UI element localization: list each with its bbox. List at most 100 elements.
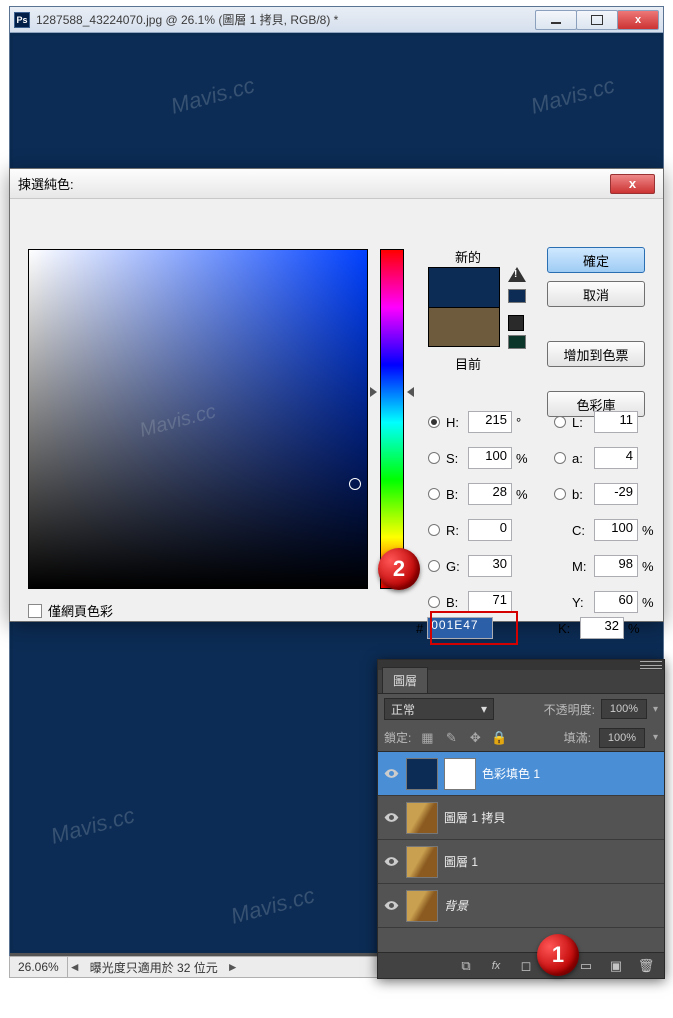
fill-input[interactable]: 100% bbox=[599, 728, 645, 748]
radio-b-lab[interactable] bbox=[554, 488, 566, 500]
chevron-down-icon[interactable]: ▾ bbox=[653, 704, 658, 715]
layer-group-icon[interactable]: ▭ bbox=[578, 958, 594, 974]
layer-row[interactable]: 色彩填色 1 bbox=[378, 752, 664, 796]
input-k[interactable]: 32 bbox=[580, 617, 624, 639]
layer-name[interactable]: 圖層 1 bbox=[444, 853, 478, 870]
layer-fx-icon[interactable]: fx bbox=[488, 958, 504, 974]
blend-mode-select[interactable]: 正常 ▾ bbox=[384, 698, 494, 720]
ok-button[interactable]: 確定 bbox=[547, 247, 645, 273]
annotation-marker-2: 2 bbox=[378, 548, 420, 590]
layer-row[interactable]: 圖層 1 bbox=[378, 840, 664, 884]
input-r[interactable]: 0 bbox=[468, 519, 512, 541]
layer-thumbnail[interactable] bbox=[406, 802, 438, 834]
color-values-grid: H: 215 ° L: 11 S: 100 % a: 4 B: 28 % bbox=[428, 404, 656, 620]
layer-name[interactable]: 背景 bbox=[444, 897, 468, 914]
input-c[interactable]: 100 bbox=[594, 519, 638, 541]
dialog-close-button[interactable]: x bbox=[610, 174, 655, 194]
visibility-icon[interactable] bbox=[382, 765, 400, 783]
input-s[interactable]: 100 bbox=[468, 447, 512, 469]
zoom-level[interactable]: 26.06% bbox=[10, 957, 68, 977]
layer-row[interactable]: 圖層 1 拷貝 bbox=[378, 796, 664, 840]
layer-mask-thumbnail[interactable] bbox=[444, 758, 476, 790]
minimize-button[interactable] bbox=[535, 10, 577, 30]
hue-slider[interactable] bbox=[380, 249, 404, 589]
input-l[interactable]: 11 bbox=[594, 411, 638, 433]
input-b-rgb[interactable]: 71 bbox=[468, 591, 512, 613]
fill-label: 填滿: bbox=[564, 729, 591, 746]
layer-name[interactable]: 圖層 1 拷貝 bbox=[444, 809, 505, 826]
maximize-button[interactable] bbox=[576, 10, 618, 30]
photoshop-icon: Ps bbox=[14, 12, 30, 28]
input-a[interactable]: 4 bbox=[594, 447, 638, 469]
unit-y: % bbox=[638, 595, 656, 610]
link-layers-icon[interactable]: ⧉ bbox=[458, 958, 474, 974]
color-field[interactable]: Mavis.cc bbox=[28, 249, 368, 589]
opacity-input[interactable]: 100% bbox=[601, 699, 647, 719]
label-b-hsb: B: bbox=[446, 487, 468, 502]
hex-input[interactable]: 001E47 bbox=[427, 617, 493, 639]
tab-layers[interactable]: 圖層 bbox=[382, 667, 428, 693]
layer-thumbnail[interactable] bbox=[406, 846, 438, 878]
hue-arrow-left-icon[interactable] bbox=[370, 387, 377, 397]
panel-tabs: 圖層 bbox=[378, 670, 664, 694]
layer-thumbnail[interactable] bbox=[406, 758, 438, 790]
cancel-button[interactable]: 取消 bbox=[547, 281, 645, 307]
visibility-icon[interactable] bbox=[382, 897, 400, 915]
input-h[interactable]: 215 bbox=[468, 411, 512, 433]
label-m: M: bbox=[572, 559, 594, 574]
panel-menu-icon[interactable] bbox=[640, 661, 662, 669]
input-y[interactable]: 60 bbox=[594, 591, 638, 613]
left-arrow-icon[interactable]: ◄ bbox=[68, 960, 82, 974]
input-b-hsb[interactable]: 28 bbox=[468, 483, 512, 505]
input-b-lab[interactable]: -29 bbox=[594, 483, 638, 505]
gamut-warning-icon[interactable] bbox=[508, 267, 526, 283]
color-field-cursor[interactable] bbox=[349, 478, 361, 490]
web-colors-checkbox[interactable] bbox=[28, 604, 42, 618]
visibility-icon[interactable] bbox=[382, 809, 400, 827]
hue-arrow-right-icon[interactable] bbox=[407, 387, 414, 397]
lock-paint-icon[interactable]: ✎ bbox=[443, 730, 459, 746]
lock-move-icon[interactable]: ✥ bbox=[467, 730, 483, 746]
right-arrow-icon[interactable]: ► bbox=[226, 960, 240, 974]
lock-all-icon[interactable]: 🔒 bbox=[491, 730, 507, 746]
radio-l[interactable] bbox=[554, 416, 566, 428]
window-close-button[interactable]: x bbox=[617, 10, 659, 30]
radio-s[interactable] bbox=[428, 452, 440, 464]
label-g: G: bbox=[446, 559, 468, 574]
new-layer-icon[interactable]: ▣ bbox=[608, 958, 624, 974]
unit-b-hsb: % bbox=[512, 487, 530, 502]
unit-m: % bbox=[638, 559, 656, 574]
label-h: H: bbox=[446, 415, 468, 430]
unit-c: % bbox=[638, 523, 656, 538]
chevron-down-icon[interactable]: ▾ bbox=[653, 732, 658, 743]
lock-label: 鎖定: bbox=[384, 729, 411, 746]
radio-g[interactable] bbox=[428, 560, 440, 572]
lock-transparency-icon[interactable]: ▦ bbox=[419, 730, 435, 746]
layer-name[interactable]: 色彩填色 1 bbox=[482, 765, 540, 782]
add-swatch-button[interactable]: 增加到色票 bbox=[547, 341, 645, 367]
label-r: R: bbox=[446, 523, 468, 538]
window-titlebar[interactable]: Ps 1287588_43224070.jpg @ 26.1% (圖層 1 拷貝… bbox=[10, 7, 663, 33]
watermark: Mavis.cc bbox=[137, 400, 218, 442]
layer-mask-icon[interactable]: ◻ bbox=[518, 958, 534, 974]
delete-layer-icon[interactable]: 🗑 bbox=[638, 958, 654, 974]
layers-panel: 圖層 正常 ▾ 不透明度: 100% ▾ 鎖定: ▦ ✎ ✥ 🔒 填滿: 100… bbox=[377, 659, 665, 979]
radio-h[interactable] bbox=[428, 416, 440, 428]
radio-b-rgb[interactable] bbox=[428, 596, 440, 608]
current-color-swatch[interactable] bbox=[428, 307, 500, 347]
radio-b-hsb[interactable] bbox=[428, 488, 440, 500]
new-color-swatch[interactable] bbox=[428, 267, 500, 307]
radio-r[interactable] bbox=[428, 524, 440, 536]
input-m[interactable]: 98 bbox=[594, 555, 638, 577]
websafe-warning-icon[interactable] bbox=[508, 315, 524, 331]
layer-thumbnail[interactable] bbox=[406, 890, 438, 922]
web-colors-label: 僅網頁色彩 bbox=[48, 601, 113, 620]
websafe-warning-swatch[interactable] bbox=[508, 335, 526, 349]
gamut-warning-swatch[interactable] bbox=[508, 289, 526, 303]
web-colors-checkbox-row[interactable]: 僅網頁色彩 bbox=[28, 601, 113, 620]
layer-row[interactable]: 背景 bbox=[378, 884, 664, 928]
visibility-icon[interactable] bbox=[382, 853, 400, 871]
dialog-titlebar[interactable]: 揀選純色: x bbox=[10, 169, 663, 199]
radio-a[interactable] bbox=[554, 452, 566, 464]
input-g[interactable]: 30 bbox=[468, 555, 512, 577]
